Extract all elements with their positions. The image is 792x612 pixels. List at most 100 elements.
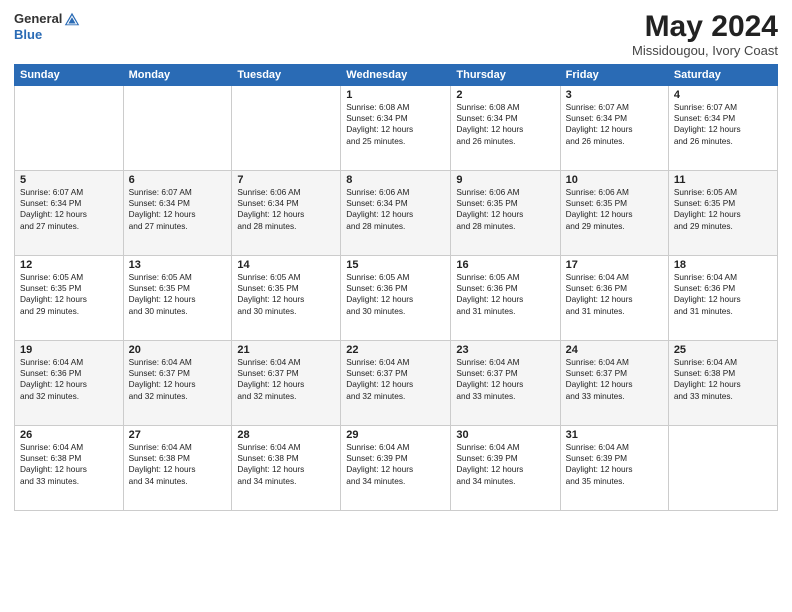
day-cell: 15Sunrise: 6:05 AM Sunset: 6:36 PM Dayli…	[341, 256, 451, 341]
header-cell-wednesday: Wednesday	[341, 65, 451, 86]
header: General Blue May 2024 Missidougou, Ivory…	[14, 10, 778, 58]
day-cell: 10Sunrise: 6:06 AM Sunset: 6:35 PM Dayli…	[560, 171, 668, 256]
day-info: Sunrise: 6:08 AM Sunset: 6:34 PM Dayligh…	[456, 102, 554, 147]
day-info: Sunrise: 6:04 AM Sunset: 6:37 PM Dayligh…	[129, 357, 227, 402]
day-number: 30	[456, 429, 554, 441]
day-number: 4	[674, 89, 772, 101]
day-number: 14	[237, 259, 335, 271]
day-info: Sunrise: 6:04 AM Sunset: 6:38 PM Dayligh…	[129, 442, 227, 487]
day-cell: 31Sunrise: 6:04 AM Sunset: 6:39 PM Dayli…	[560, 426, 668, 511]
day-info: Sunrise: 6:08 AM Sunset: 6:34 PM Dayligh…	[346, 102, 445, 147]
header-row: SundayMondayTuesdayWednesdayThursdayFrid…	[15, 65, 778, 86]
logo-general: General	[14, 12, 62, 26]
day-cell: 29Sunrise: 6:04 AM Sunset: 6:39 PM Dayli…	[341, 426, 451, 511]
day-cell: 24Sunrise: 6:04 AM Sunset: 6:37 PM Dayli…	[560, 341, 668, 426]
day-cell: 6Sunrise: 6:07 AM Sunset: 6:34 PM Daylig…	[123, 171, 232, 256]
day-number: 28	[237, 429, 335, 441]
day-number: 16	[456, 259, 554, 271]
day-cell	[15, 86, 124, 171]
day-info: Sunrise: 6:05 AM Sunset: 6:35 PM Dayligh…	[129, 272, 227, 317]
day-cell: 28Sunrise: 6:04 AM Sunset: 6:38 PM Dayli…	[232, 426, 341, 511]
day-number: 19	[20, 344, 118, 356]
day-cell: 12Sunrise: 6:05 AM Sunset: 6:35 PM Dayli…	[15, 256, 124, 341]
day-cell: 25Sunrise: 6:04 AM Sunset: 6:38 PM Dayli…	[668, 341, 777, 426]
calendar-table: SundayMondayTuesdayWednesdayThursdayFrid…	[14, 64, 778, 511]
day-info: Sunrise: 6:07 AM Sunset: 6:34 PM Dayligh…	[129, 187, 227, 232]
day-info: Sunrise: 6:04 AM Sunset: 6:36 PM Dayligh…	[20, 357, 118, 402]
day-info: Sunrise: 6:04 AM Sunset: 6:37 PM Dayligh…	[566, 357, 663, 402]
day-cell: 26Sunrise: 6:04 AM Sunset: 6:38 PM Dayli…	[15, 426, 124, 511]
week-row-2: 5Sunrise: 6:07 AM Sunset: 6:34 PM Daylig…	[15, 171, 778, 256]
header-cell-thursday: Thursday	[451, 65, 560, 86]
day-cell: 1Sunrise: 6:08 AM Sunset: 6:34 PM Daylig…	[341, 86, 451, 171]
day-cell: 8Sunrise: 6:06 AM Sunset: 6:34 PM Daylig…	[341, 171, 451, 256]
calendar-title: May 2024	[632, 10, 778, 43]
day-number: 25	[674, 344, 772, 356]
title-block: May 2024 Missidougou, Ivory Coast	[632, 10, 778, 58]
day-cell: 21Sunrise: 6:04 AM Sunset: 6:37 PM Dayli…	[232, 341, 341, 426]
day-info: Sunrise: 6:04 AM Sunset: 6:37 PM Dayligh…	[346, 357, 445, 402]
day-info: Sunrise: 6:05 AM Sunset: 6:35 PM Dayligh…	[237, 272, 335, 317]
day-info: Sunrise: 6:04 AM Sunset: 6:36 PM Dayligh…	[674, 272, 772, 317]
day-info: Sunrise: 6:04 AM Sunset: 6:39 PM Dayligh…	[346, 442, 445, 487]
day-info: Sunrise: 6:04 AM Sunset: 6:37 PM Dayligh…	[237, 357, 335, 402]
day-number: 9	[456, 174, 554, 186]
week-row-5: 26Sunrise: 6:04 AM Sunset: 6:38 PM Dayli…	[15, 426, 778, 511]
day-number: 12	[20, 259, 118, 271]
day-cell: 7Sunrise: 6:06 AM Sunset: 6:34 PM Daylig…	[232, 171, 341, 256]
day-number: 26	[20, 429, 118, 441]
day-number: 21	[237, 344, 335, 356]
day-info: Sunrise: 6:07 AM Sunset: 6:34 PM Dayligh…	[674, 102, 772, 147]
logo-blue: Blue	[14, 28, 42, 42]
day-cell: 2Sunrise: 6:08 AM Sunset: 6:34 PM Daylig…	[451, 86, 560, 171]
day-cell: 20Sunrise: 6:04 AM Sunset: 6:37 PM Dayli…	[123, 341, 232, 426]
week-row-1: 1Sunrise: 6:08 AM Sunset: 6:34 PM Daylig…	[15, 86, 778, 171]
day-cell: 9Sunrise: 6:06 AM Sunset: 6:35 PM Daylig…	[451, 171, 560, 256]
day-info: Sunrise: 6:04 AM Sunset: 6:37 PM Dayligh…	[456, 357, 554, 402]
day-info: Sunrise: 6:05 AM Sunset: 6:35 PM Dayligh…	[674, 187, 772, 232]
header-cell-tuesday: Tuesday	[232, 65, 341, 86]
day-number: 7	[237, 174, 335, 186]
day-info: Sunrise: 6:06 AM Sunset: 6:34 PM Dayligh…	[237, 187, 335, 232]
header-cell-monday: Monday	[123, 65, 232, 86]
day-info: Sunrise: 6:06 AM Sunset: 6:34 PM Dayligh…	[346, 187, 445, 232]
logo: General Blue	[14, 10, 81, 42]
day-info: Sunrise: 6:06 AM Sunset: 6:35 PM Dayligh…	[456, 187, 554, 232]
day-number: 3	[566, 89, 663, 101]
day-info: Sunrise: 6:07 AM Sunset: 6:34 PM Dayligh…	[20, 187, 118, 232]
day-cell	[232, 86, 341, 171]
week-row-4: 19Sunrise: 6:04 AM Sunset: 6:36 PM Dayli…	[15, 341, 778, 426]
day-number: 18	[674, 259, 772, 271]
day-cell: 18Sunrise: 6:04 AM Sunset: 6:36 PM Dayli…	[668, 256, 777, 341]
day-number: 17	[566, 259, 663, 271]
day-cell: 16Sunrise: 6:05 AM Sunset: 6:36 PM Dayli…	[451, 256, 560, 341]
day-cell: 23Sunrise: 6:04 AM Sunset: 6:37 PM Dayli…	[451, 341, 560, 426]
day-number: 1	[346, 89, 445, 101]
header-cell-saturday: Saturday	[668, 65, 777, 86]
day-info: Sunrise: 6:04 AM Sunset: 6:38 PM Dayligh…	[237, 442, 335, 487]
day-info: Sunrise: 6:05 AM Sunset: 6:36 PM Dayligh…	[456, 272, 554, 317]
day-number: 15	[346, 259, 445, 271]
day-cell: 22Sunrise: 6:04 AM Sunset: 6:37 PM Dayli…	[341, 341, 451, 426]
day-number: 20	[129, 344, 227, 356]
day-number: 23	[456, 344, 554, 356]
day-number: 27	[129, 429, 227, 441]
day-cell: 14Sunrise: 6:05 AM Sunset: 6:35 PM Dayli…	[232, 256, 341, 341]
day-info: Sunrise: 6:04 AM Sunset: 6:38 PM Dayligh…	[20, 442, 118, 487]
day-info: Sunrise: 6:04 AM Sunset: 6:36 PM Dayligh…	[566, 272, 663, 317]
calendar-subtitle: Missidougou, Ivory Coast	[632, 43, 778, 58]
header-cell-sunday: Sunday	[15, 65, 124, 86]
day-number: 6	[129, 174, 227, 186]
day-cell	[668, 426, 777, 511]
day-info: Sunrise: 6:06 AM Sunset: 6:35 PM Dayligh…	[566, 187, 663, 232]
week-row-3: 12Sunrise: 6:05 AM Sunset: 6:35 PM Dayli…	[15, 256, 778, 341]
day-number: 29	[346, 429, 445, 441]
day-number: 22	[346, 344, 445, 356]
header-cell-friday: Friday	[560, 65, 668, 86]
logo-icon	[63, 10, 81, 28]
day-cell: 3Sunrise: 6:07 AM Sunset: 6:34 PM Daylig…	[560, 86, 668, 171]
day-cell: 5Sunrise: 6:07 AM Sunset: 6:34 PM Daylig…	[15, 171, 124, 256]
day-number: 2	[456, 89, 554, 101]
day-cell: 4Sunrise: 6:07 AM Sunset: 6:34 PM Daylig…	[668, 86, 777, 171]
day-info: Sunrise: 6:05 AM Sunset: 6:35 PM Dayligh…	[20, 272, 118, 317]
